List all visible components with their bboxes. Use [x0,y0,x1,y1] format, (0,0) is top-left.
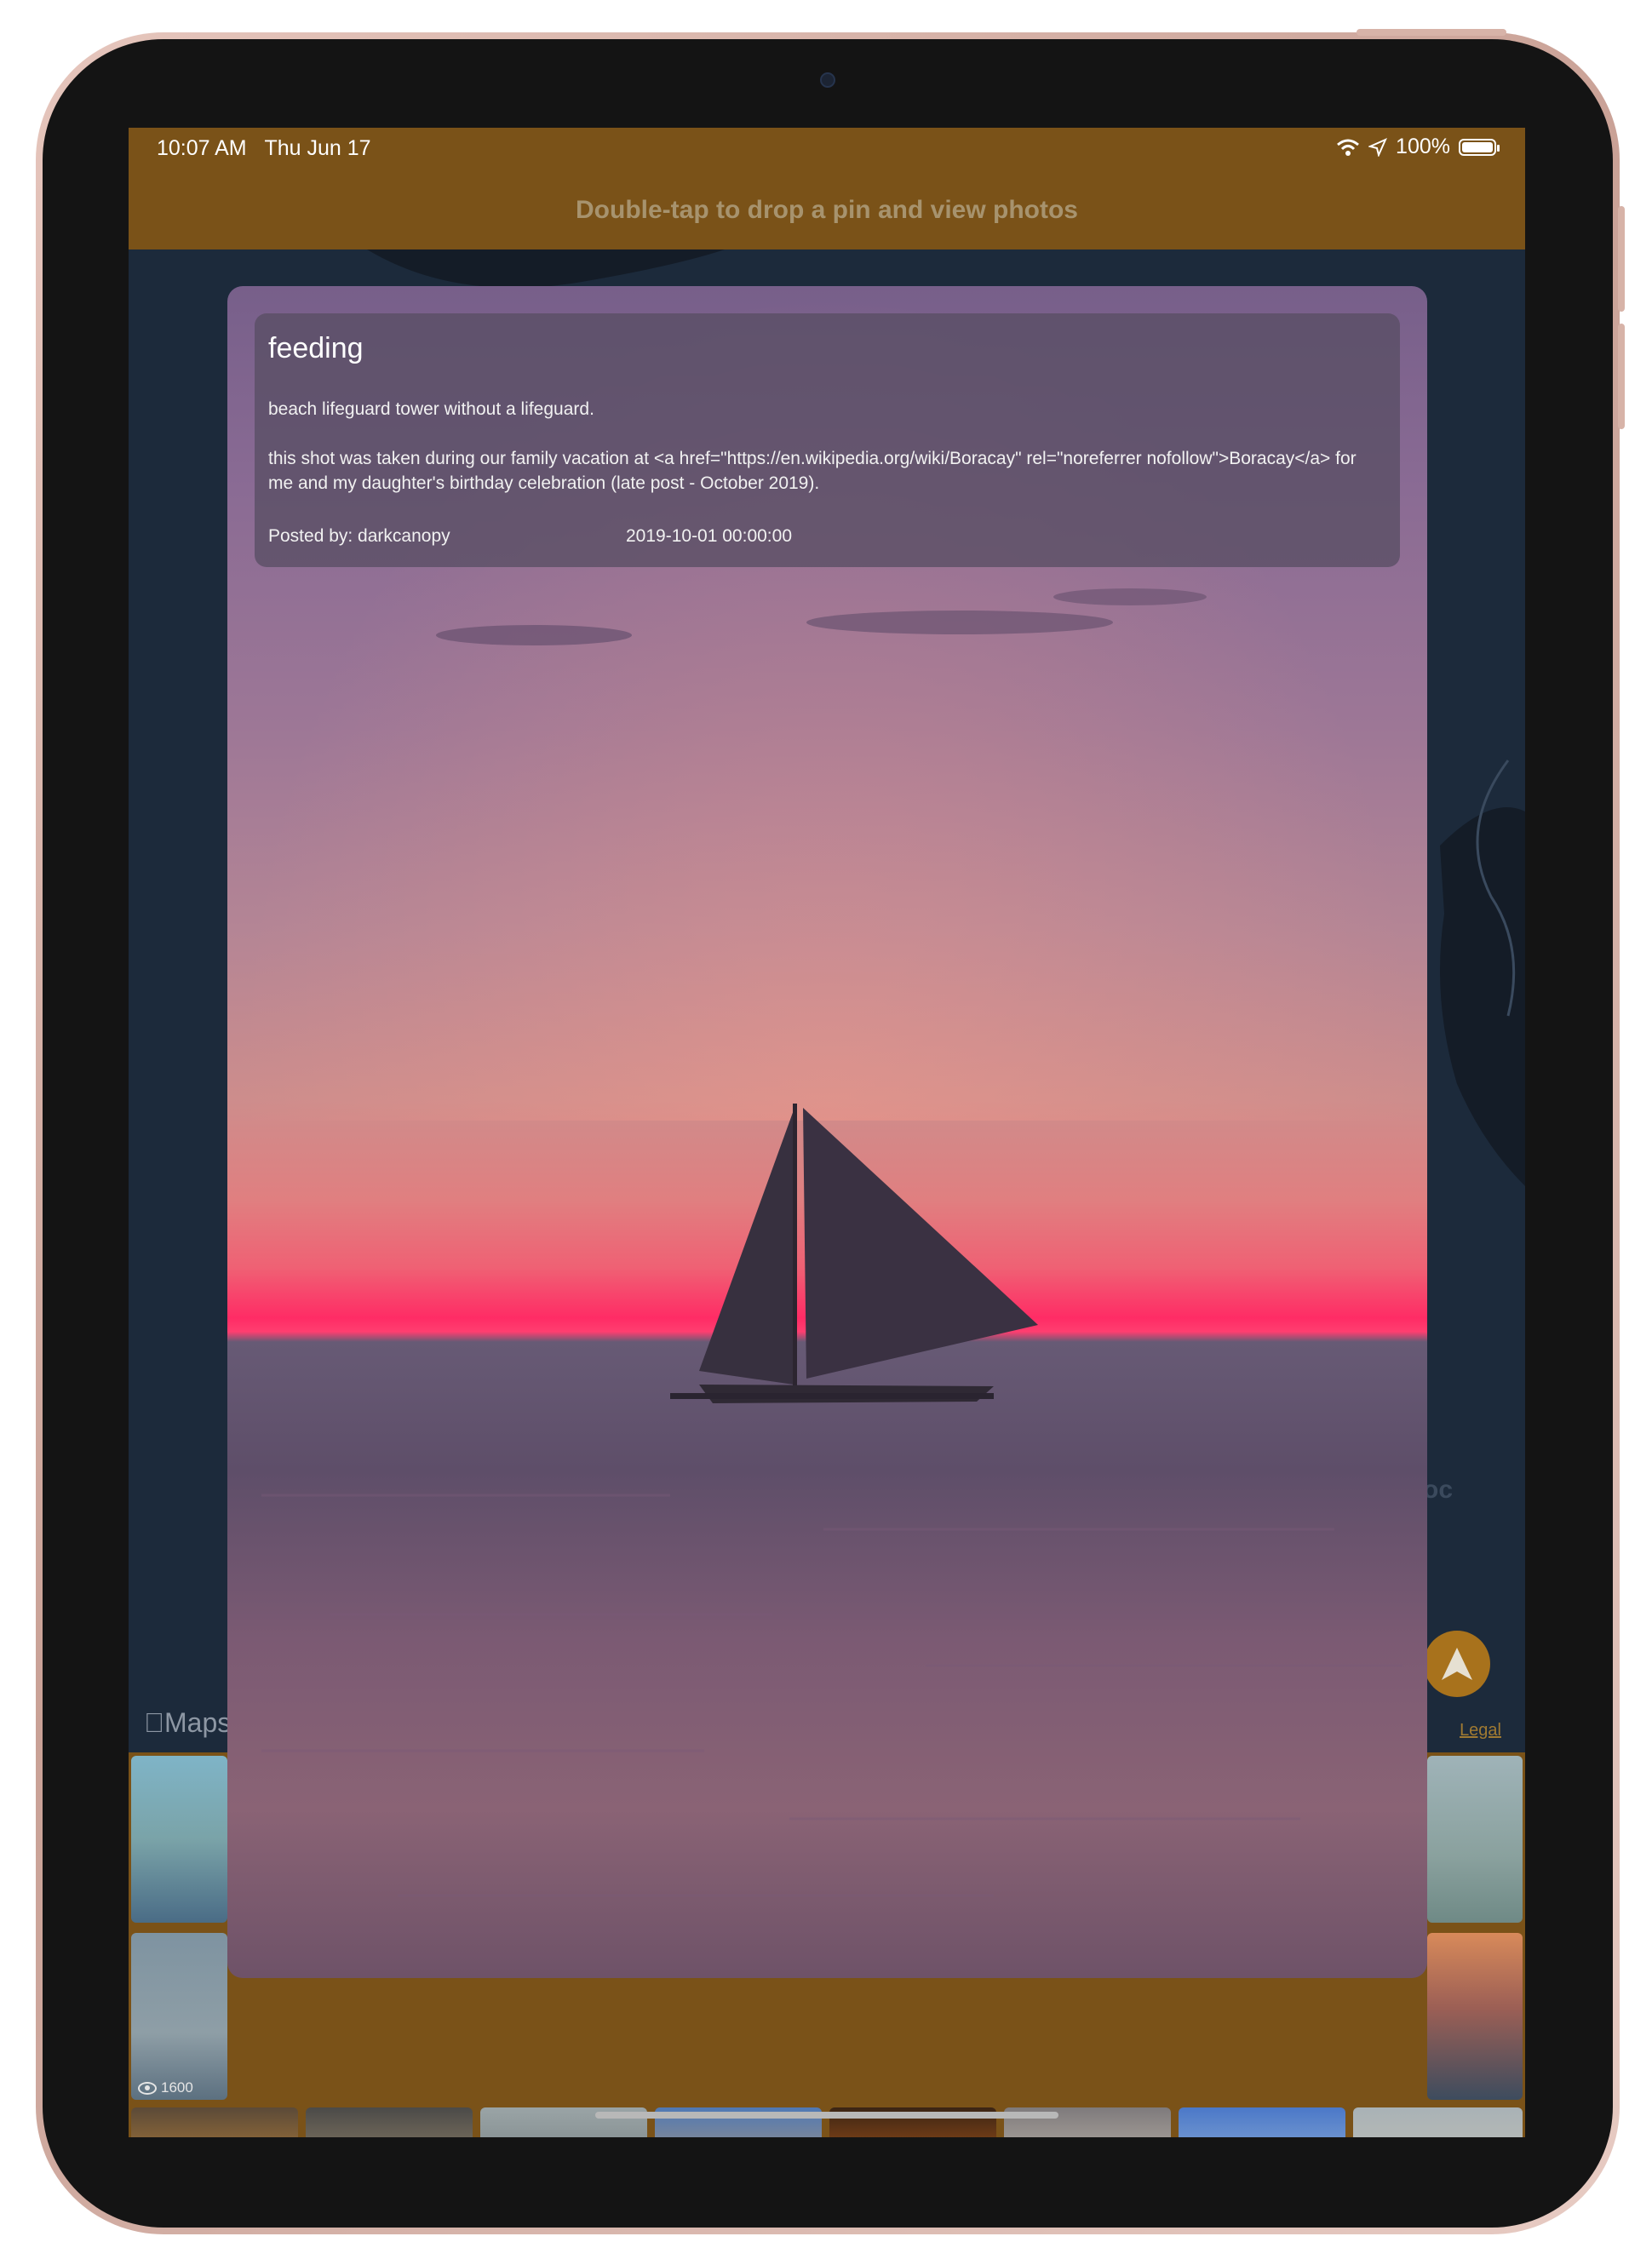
battery-percent: 100% [1396,135,1450,158]
location-arrow-icon [1442,1648,1472,1680]
view-count-value: 1600 [161,2079,193,2096]
thumbnail[interactable] [131,1756,227,1923]
photo-title: feeding [268,332,364,364]
header-bar: 10:07 AM Thu Jun 17 100% Double-tap to d… [129,128,1525,249]
legal-link[interactable]: Legal [1460,1721,1501,1740]
status-indicators: 100% [1336,135,1500,159]
eye-icon [138,2081,157,2095]
photo-detail-popup[interactable]: feeding beach lifeguard tower without a … [227,286,1427,1978]
battery-icon [1459,138,1500,156]
thumbnail[interactable] [1353,2107,1523,2137]
thumbnail[interactable]: 278 [131,2107,298,2137]
status-date: Thu Jun 17 [264,136,371,160]
apple-maps-logo: Maps [144,1707,231,1739]
thumbnail[interactable]: 1810 [306,2107,473,2137]
power-button [1357,29,1506,36]
thumbnail[interactable] [1427,1756,1523,1923]
status-clock: 10:07 AM [157,136,247,160]
front-camera [820,72,835,88]
maps-logo-text: Maps [144,1707,231,1738]
thumbnail[interactable] [1179,2107,1345,2137]
wifi-icon [1337,139,1360,156]
photo-date: 2019-10-01 00:00:00 [626,526,792,546]
locate-me-button[interactable] [1424,1631,1490,1697]
view-count: 1600 [138,2079,193,2096]
screen: oc Maps Legal 10:07 AM Thu Jun 17 100% [129,128,1525,2137]
drop-pin-hint: Double-tap to drop a pin and view photos [576,196,1078,224]
thumbnail[interactable] [1427,1933,1523,2100]
volume-up-button [1618,206,1625,312]
volume-down-button [1618,324,1625,429]
map-place-label: oc [1423,1476,1454,1504]
thumbnail[interactable]: 1600 [131,1933,227,2100]
home-indicator[interactable] [595,2112,1058,2119]
photo-info-card: feeding beach lifeguard tower without a … [255,313,1400,567]
photo-author: Posted by: darkcanopy [268,526,450,546]
location-services-icon [1368,137,1388,157]
photo-description: beach lifeguard tower without a lifeguar… [268,399,1357,493]
status-time: 10:07 AM Thu Jun 17 [157,136,371,161]
